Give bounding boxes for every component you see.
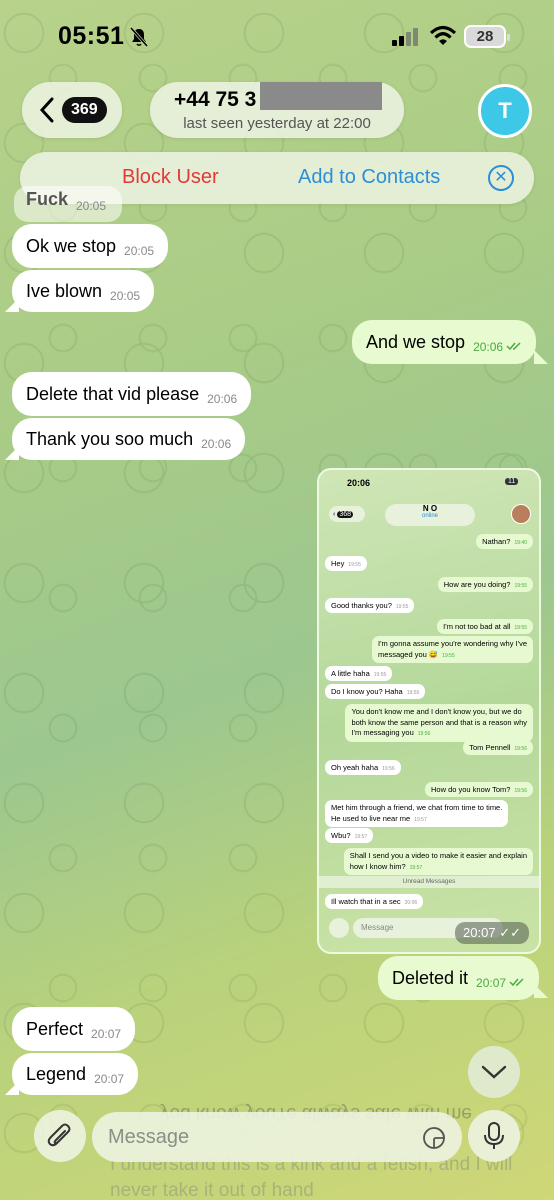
bubble-tail	[534, 984, 548, 998]
photo-message[interactable]: 20:06 11 ‹ 368 N O online Nathan? 19:40 H…	[317, 468, 541, 954]
battery-icon: 28	[464, 25, 510, 48]
message-text: And we stop	[366, 331, 466, 352]
message-bubble-incoming[interactable]: Thank you soo much 20:06	[12, 418, 246, 460]
photo-battery-icon: 11	[505, 478, 519, 485]
ghost-text: never take it out of hand	[110, 1180, 314, 1200]
photo-msg-outgoing: I'm gonna assume you're wondering why I'…	[372, 636, 533, 663]
chat-title: +44 75 3	[174, 88, 257, 111]
chat-header[interactable]: +44 75 3 last seen yesterday at 22:00	[150, 82, 404, 138]
chevron-down-icon	[481, 1065, 507, 1079]
photo-msg-incoming: Wbu? 19:57	[325, 828, 374, 843]
photo-msg-outgoing: How are you doing? 19:55	[437, 577, 533, 592]
message-text: Legend	[26, 1063, 87, 1084]
bubble-tail	[534, 350, 548, 364]
message-input[interactable]: Message	[92, 1112, 462, 1162]
message-bubble-incoming[interactable]: Ok we stop 20:05	[12, 224, 169, 268]
message-bubble-incoming[interactable]: Perfect 20:07	[12, 1007, 136, 1051]
photo-msg-incoming: Ill watch that in a sec 20:06	[325, 894, 424, 909]
message-time: 20:05	[124, 244, 155, 258]
photo-back-button: ‹ 368	[329, 506, 365, 522]
photo-time-overlay: 20:07 ✓✓	[455, 922, 529, 944]
photo-msg-outgoing: Nathan? 19:40	[476, 534, 533, 549]
photo-msg-incoming: Met him through a friend, we chat from t…	[325, 800, 509, 827]
message-text: Ok we stop	[26, 235, 117, 256]
scroll-down-button[interactable]	[468, 1046, 520, 1098]
photo-msg-incoming: Oh yeah haha 19:56	[325, 760, 401, 775]
wifi-icon	[430, 25, 456, 45]
photo-msg-outgoing: I'm not too bad at all 19:55	[437, 619, 533, 634]
photo-status-time: 20:06	[347, 478, 371, 488]
close-icon[interactable]: ✕	[488, 165, 514, 191]
chevron-left-icon	[39, 97, 54, 123]
status-time: 05:51	[58, 22, 125, 50]
signal-icon	[392, 28, 418, 46]
photo-attach-icon	[329, 918, 349, 938]
bubble-tail	[5, 298, 19, 312]
status-bar: 05:51 28	[0, 0, 554, 76]
message-bubble-incoming[interactable]: Legend 20:07	[12, 1053, 139, 1095]
photo-msg-outgoing: You don't know me and I don't know you, …	[345, 704, 533, 742]
message-bubble-incoming[interactable]: Fuck 20:05	[14, 186, 122, 222]
message-time: 20:06	[201, 437, 232, 451]
message-bubble-outgoing[interactable]: And we stop 20:06	[352, 320, 537, 364]
photo-msg-incoming: A little haha 19:55	[325, 666, 393, 681]
attach-button[interactable]	[34, 1110, 86, 1162]
photo-unread-badge: 368	[337, 510, 354, 518]
unread-count-badge: 369	[62, 97, 107, 123]
microphone-button[interactable]	[468, 1110, 520, 1162]
message-time: 20:06	[473, 340, 504, 354]
read-check-icon	[506, 342, 521, 351]
avatar[interactable]: T	[478, 84, 532, 138]
message-time: 20:05	[110, 289, 141, 303]
message-time: 20:07	[94, 1072, 125, 1086]
bell-muted-icon	[129, 27, 149, 47]
photo-msg-outgoing: Tom Pennell 19:56	[463, 740, 533, 755]
back-button[interactable]: 369	[22, 82, 122, 138]
photo-chat-header: N O online	[385, 504, 475, 526]
message-bubble-outgoing[interactable]: Deleted it 20:07	[378, 956, 540, 1000]
message-text: Thank you soo much	[26, 428, 194, 449]
message-text: Perfect	[26, 1018, 84, 1039]
message-placeholder: Message	[108, 1126, 190, 1148]
message-bubble-incoming[interactable]: Ive blown 20:05	[12, 270, 155, 312]
photo-msg-incoming: Good thanks you? 19:55	[325, 598, 415, 613]
bubble-tail	[5, 446, 19, 460]
read-check-icon	[509, 978, 524, 987]
message-text: Deleted it	[392, 967, 469, 988]
message-text: Ive blown	[26, 280, 103, 301]
message-bubble-incoming[interactable]: Delete that vid please 20:06	[12, 372, 252, 416]
paperclip-icon	[47, 1123, 71, 1147]
message-time: 20:07	[91, 1027, 122, 1041]
last-seen-status: last seen yesterday at 22:00	[183, 115, 371, 132]
message-time: 20:06	[207, 392, 238, 406]
photo-msg-incoming: Do I know you? Haha 19:56	[325, 684, 426, 699]
photo-msg-outgoing: How do you know Tom? 19:56	[424, 782, 533, 797]
message-text: Fuck	[26, 189, 69, 209]
message-time: 20:07	[476, 976, 507, 990]
microphone-icon	[484, 1122, 504, 1149]
photo-unread-divider: Unread Messages	[319, 876, 539, 888]
photo-msg-incoming: Hey 19:55	[325, 556, 367, 571]
photo-msg-outgoing: Shall I send you a video to make it easi…	[343, 848, 533, 875]
photo-avatar	[511, 504, 531, 524]
add-to-contacts-button[interactable]: Add to Contacts	[298, 166, 440, 189]
message-text: Delete that vid please	[26, 383, 200, 404]
photo-contact-name: N O	[422, 504, 438, 513]
sticker-icon[interactable]	[422, 1126, 446, 1150]
redaction-box	[260, 82, 382, 110]
message-time: 20:05	[76, 199, 107, 213]
block-user-button[interactable]: Block User	[122, 166, 219, 189]
photo-contact-status: online	[421, 513, 438, 519]
